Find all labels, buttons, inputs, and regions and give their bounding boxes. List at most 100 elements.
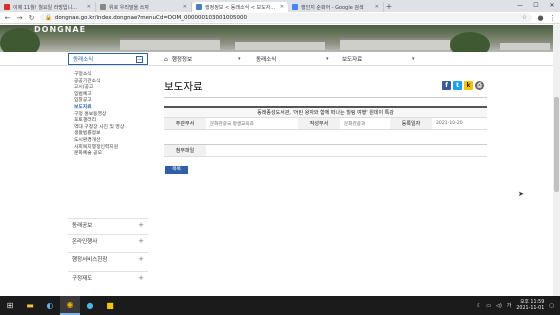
article-table: 동래종성도서관, '어린 왕자와 함께 떠나는 힐링 여행' 원데이 특강 주관…	[164, 106, 487, 130]
facebook-share-icon[interactable]: f	[442, 81, 451, 90]
plus-icon[interactable]: +	[138, 221, 144, 229]
plus-icon[interactable]: +	[138, 255, 144, 263]
browser-tab-2[interactable]: 위로 우리말을 쓰자 ✕	[96, 2, 192, 12]
attachment-label: 첨부파일	[164, 145, 206, 156]
clock-time: 오후 11:59	[520, 299, 545, 305]
tab-title: 위로 우리말을 쓰자	[109, 4, 149, 11]
whale-icon[interactable]: ●	[80, 296, 100, 315]
sidebar-item[interactable]: 입찰공고	[68, 98, 148, 105]
breadcrumb-label: 동래소식	[256, 57, 277, 63]
browser-tab-3[interactable]: 행정정보 < 동래소식 < 보도자... ✕	[192, 2, 288, 12]
breadcrumb-item-2[interactable]: 동래소식 ▾	[248, 53, 334, 65]
sidebar-item[interactable]: 구정소식	[68, 72, 148, 79]
menu-icon[interactable]: ⋮	[549, 14, 556, 22]
reload-icon[interactable]: ↻	[28, 14, 35, 22]
sidebar-header[interactable]: 동래소식 −	[68, 53, 148, 65]
close-icon[interactable]: ✕	[375, 4, 379, 10]
youtube-icon	[4, 4, 10, 10]
plus-icon[interactable]: +	[138, 237, 144, 245]
url-text: dongnae.go.kr/index.dongnae?menuCd=DOM_0…	[54, 14, 247, 21]
tab-title: 행정정보 < 동래소식 < 보도자...	[205, 4, 276, 11]
tab-title: 이제 11월! 월요일 라방입니...	[13, 4, 77, 11]
breadcrumb-item-3[interactable]: 보도자료 ▾	[334, 53, 420, 65]
chevron-down-icon: ▾	[412, 56, 415, 62]
building-decoration	[120, 38, 220, 50]
notification-icon[interactable]: ▢	[549, 303, 554, 309]
lock-icon: 🔒	[45, 14, 52, 21]
mouse-cursor-icon: ➤	[518, 190, 524, 198]
sidebar-header-label: 동래소식	[73, 57, 94, 63]
breadcrumb-label: 보도자료	[342, 57, 363, 63]
close-icon[interactable]: ✕	[280, 4, 284, 10]
dept-value: 문화관광국 평생교육과	[210, 121, 254, 127]
clock-date: 2021-11-01	[516, 305, 545, 311]
sidebar-item[interactable]: 생활법률정보	[68, 131, 148, 138]
sidebar-category[interactable]: 온라인행사 +	[68, 234, 148, 247]
list-button[interactable]: 목록	[165, 166, 188, 174]
sidebar-category[interactable]: 행정서비스헌장 +	[68, 252, 148, 265]
building-decoration	[340, 38, 450, 50]
minimize-icon[interactable]: —	[512, 0, 528, 12]
writer-label: 작성부서	[298, 118, 340, 129]
kakaotalk-icon[interactable]: ■	[100, 296, 120, 315]
title-divider	[164, 97, 487, 98]
chrome-icon[interactable]: ◉	[60, 296, 80, 315]
edge-icon[interactable]: ◐	[40, 296, 60, 315]
forward-icon[interactable]: →	[16, 14, 23, 22]
breadcrumb-item-1[interactable]: ⌂ 행정정보 ▾	[164, 53, 244, 65]
building-decoration	[500, 41, 550, 50]
home-icon[interactable]: ⌂	[164, 56, 168, 63]
scrollbar[interactable]	[553, 25, 560, 296]
clock[interactable]: 오후 11:59 2021-11-01	[516, 300, 544, 312]
sidebar-item[interactable]: 포토갤러리	[68, 118, 148, 125]
collapse-icon[interactable]: −	[136, 55, 143, 63]
profile-icon[interactable]: ●	[537, 14, 544, 22]
close-icon[interactable]: ✕	[183, 4, 187, 10]
start-icon[interactable]: ⊞	[0, 296, 20, 315]
back-icon[interactable]: ←	[4, 14, 11, 22]
writer-value: 문화관광과	[344, 121, 366, 127]
date-label: 등록일자	[390, 118, 432, 129]
tree-decoration	[450, 32, 490, 52]
plus-icon[interactable]: +	[138, 274, 144, 282]
window-controls: — ☐ ✕	[512, 0, 560, 12]
twitter-share-icon[interactable]: t	[453, 81, 462, 90]
browser-tab-4[interactable]: 행인지 순화어 - Google 검색 ✕	[288, 2, 384, 12]
new-tab-button[interactable]: +	[384, 2, 394, 12]
sidebar-item[interactable]: 문화예술 공모	[68, 151, 148, 158]
hero-text: DONGNAE	[34, 25, 87, 34]
building-decoration	[235, 40, 325, 50]
sidebar-item-active[interactable]: 보도자료	[68, 105, 148, 112]
dept-label: 주관부서	[164, 118, 206, 129]
browser-tab-bar: 이제 11월! 월요일 라방입니... ✕ 위로 우리말을 쓰자 ✕ 행정정보 …	[0, 0, 560, 12]
site-icon	[196, 4, 202, 10]
ime-indicator[interactable]: 가	[507, 302, 512, 309]
volume-icon[interactable]: ◁)	[496, 303, 502, 309]
network-icon[interactable]: ▭	[486, 303, 491, 309]
sidebar-item[interactable]: 도시환경개선	[68, 138, 148, 145]
file-explorer-icon[interactable]: ▬	[20, 296, 40, 315]
url-field[interactable]: 🔒 dongnae.go.kr/index.dongnae?menuCd=DOM…	[40, 13, 532, 22]
sidebar-category[interactable]: 동래공보 +	[68, 218, 148, 231]
sidebar-item[interactable]: 고시/공고	[68, 85, 148, 92]
tab-title: 행인지 순화어 - Google 검색	[301, 4, 364, 11]
browser-tab-1[interactable]: 이제 11월! 월요일 라방입니... ✕	[0, 2, 96, 12]
page-icon	[100, 4, 106, 10]
breadcrumb-label: 행정정보	[171, 57, 193, 63]
close-window-icon[interactable]: ✕	[544, 0, 560, 12]
sidebar-category[interactable]: 구정재도 +	[68, 271, 148, 284]
hero-banner: DONGNAE	[0, 25, 560, 52]
scrollbar-thumb[interactable]	[554, 97, 559, 192]
article-meta-row: 주관부서 문화관광국 평생교육과 작성부서 문화관광과 등록일자 2021-10…	[164, 118, 487, 130]
bookmark-star-icon[interactable]: ☆	[522, 14, 527, 21]
moon-icon[interactable]: ☾	[477, 303, 481, 309]
maximize-icon[interactable]: ☐	[528, 0, 544, 12]
category-label: 동래공보	[72, 223, 93, 229]
chevron-down-icon: ▾	[326, 56, 329, 62]
kakao-share-icon[interactable]: k	[464, 81, 473, 90]
category-label: 온라인행사	[72, 239, 98, 245]
close-icon[interactable]: ✕	[87, 4, 91, 10]
attachment-row: 첨부파일	[164, 144, 487, 157]
system-tray: ☾ ▭ ◁) 가 오후 11:59 2021-11-01 ▢	[477, 300, 560, 312]
print-icon[interactable]: ⎙	[475, 81, 484, 90]
